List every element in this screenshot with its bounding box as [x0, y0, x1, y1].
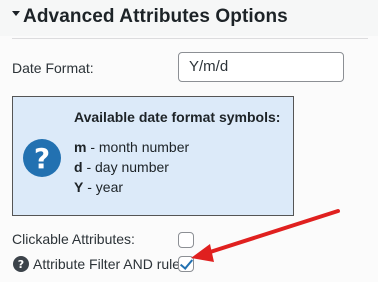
- annotation-arrow: [191, 209, 340, 262]
- arrow-head: [191, 244, 214, 262]
- arrow-shaft: [205, 209, 340, 255]
